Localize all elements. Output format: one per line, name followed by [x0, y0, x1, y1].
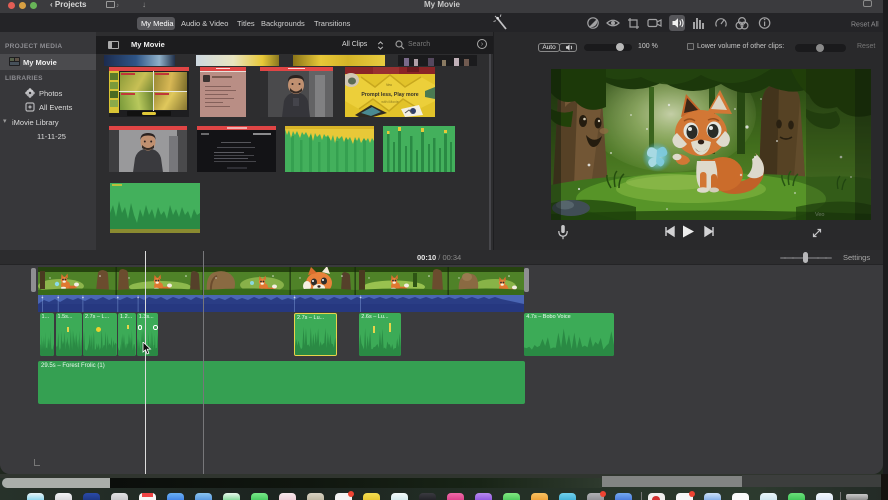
svg-text:Prompt less, Play more: Prompt less, Play more	[361, 92, 418, 98]
svg-text:with iMovie: with iMovie	[381, 100, 398, 104]
svg-text:Veo: Veo	[386, 83, 392, 87]
svg-text:Reset All: Reset All	[851, 22, 879, 29]
